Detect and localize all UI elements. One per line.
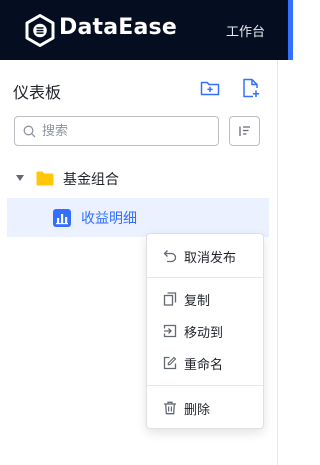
menu-item-label: 复制 <box>184 294 211 309</box>
context-menu: 取消发布 复制 移动到 重命名 删除 <box>146 233 264 429</box>
copy-icon <box>163 292 177 306</box>
trash-icon <box>164 401 176 415</box>
search-icon <box>23 125 36 138</box>
folder-add-icon <box>200 81 220 96</box>
tree-item-selected[interactable]: 收益明细 <box>7 198 269 237</box>
logo-text: DataEase <box>59 15 177 40</box>
search-input[interactable] <box>42 121 212 141</box>
new-folder-button[interactable] <box>199 77 221 99</box>
new-dashboard-button[interactable] <box>240 77 262 99</box>
move-icon <box>163 324 177 338</box>
tree-folder-row[interactable]: 基金组合 <box>0 166 270 192</box>
dataease-logo-icon[interactable] <box>25 14 55 47</box>
menu-separator <box>147 385 263 386</box>
file-add-icon <box>243 78 260 98</box>
menu-item-delete[interactable]: 删除 <box>147 395 263 421</box>
menu-item-copy[interactable]: 复制 <box>147 286 263 312</box>
top-bar: DataEase 工作台 <box>0 0 293 60</box>
panel-title: 仪表板 <box>13 83 62 102</box>
search-field[interactable] <box>14 116 219 146</box>
menu-item-rename[interactable]: 重命名 <box>147 350 263 376</box>
caret-down-icon[interactable] <box>16 175 24 181</box>
sort-button[interactable] <box>229 116 260 146</box>
sort-icon <box>238 126 250 136</box>
chart-icon <box>53 209 71 227</box>
menu-item-label: 重命名 <box>184 358 224 373</box>
menu-item-label: 取消发布 <box>184 251 237 266</box>
menu-item-label: 移动到 <box>184 326 224 341</box>
folder-icon <box>36 171 54 186</box>
panel-divider <box>277 60 278 465</box>
menu-item-label: 删除 <box>184 403 211 418</box>
menu-item-unpublish[interactable]: 取消发布 <box>147 243 263 269</box>
menu-item-move[interactable]: 移动到 <box>147 318 263 344</box>
nav-active-indicator <box>288 0 293 60</box>
undo-icon <box>163 250 177 263</box>
folder-label: 基金组合 <box>63 172 119 188</box>
menu-separator <box>147 277 263 278</box>
tree-item-label: 收益明细 <box>81 211 137 227</box>
rename-icon <box>163 356 177 370</box>
nav-workbench[interactable]: 工作台 <box>226 21 265 40</box>
